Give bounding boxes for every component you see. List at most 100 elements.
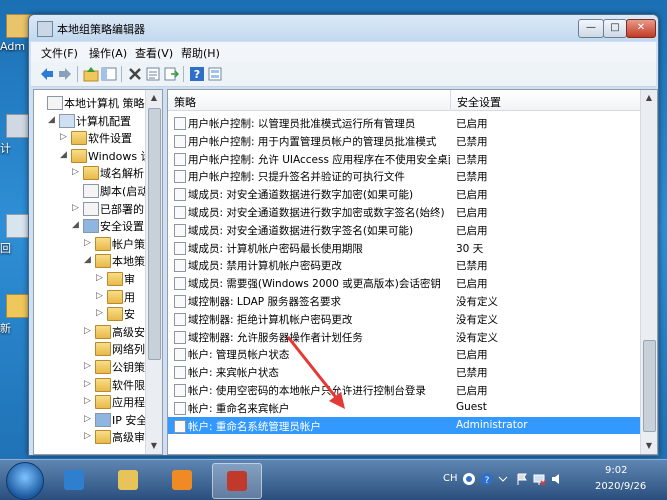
policy-list-pane[interactable]: 策略 安全设置 用户帐户控制: 以管理员批准模式运行所有管理员 已启用 用户帐户控制…	[167, 89, 658, 455]
taskbar-button[interactable]	[158, 463, 206, 497]
tray-clock-time[interactable]: 9:02	[605, 465, 627, 476]
policy-name: 帐户: 来宾帐户状态	[188, 367, 279, 380]
collapse-arrow-icon[interactable]: ◢	[72, 220, 82, 230]
expand-arrow-icon[interactable]: ▷	[84, 379, 94, 389]
security-setting-value: 没有定义	[456, 296, 498, 308]
expand-arrow-icon[interactable]: ▷	[84, 238, 94, 248]
tray-clock-date[interactable]: 2020/9/26	[595, 481, 646, 492]
table-row[interactable]: 帐户: 管理员帐户状态 已启用	[168, 345, 640, 362]
taskbar-button[interactable]	[104, 463, 152, 497]
table-row[interactable]: 用户帐户控制: 只提升签名并验证的可执行文件 已禁用	[168, 167, 640, 184]
table-row[interactable]: 用户帐户控制: 允许 UIAccess 应用程序在不使用安全桌面... 已禁用	[168, 150, 640, 167]
collapse-arrow-icon[interactable]: ◢	[60, 150, 70, 160]
expand-arrow-icon[interactable]: ▷	[60, 132, 70, 142]
table-row[interactable]: 帐户: 使用空密码的本地帐户只允许进行控制台登录 已启用	[168, 381, 640, 398]
ime-icon[interactable]	[462, 472, 476, 486]
collapse-arrow-icon[interactable]: ◢	[84, 255, 94, 265]
table-row[interactable]: 域成员: 禁用计算机帐户密码更改 已禁用	[168, 256, 640, 273]
table-row[interactable]: 域控制器: LDAP 服务器签名要求 没有定义	[168, 292, 640, 309]
svg-text:?: ?	[194, 68, 200, 81]
tree-node-label: 安	[124, 308, 135, 322]
scroll-down-arrow-icon[interactable]: ▼	[146, 438, 162, 454]
back-icon[interactable]	[39, 66, 55, 82]
expand-arrow-icon[interactable]: ▷	[72, 167, 82, 177]
table-row[interactable]: 域成员: 需要强(Windows 2000 或更高版本)会话密钥 已启用	[168, 274, 640, 291]
security-setting-value: 已禁用	[456, 153, 488, 166]
expand-arrow-icon[interactable]: ▷	[84, 414, 94, 424]
list-scrollbar[interactable]: ▲ ▼	[640, 90, 657, 454]
menu-action[interactable]: 操作(A)	[89, 45, 127, 61]
help-tray-icon[interactable]: ?	[480, 472, 494, 486]
tree-node-label: 高级审	[112, 431, 145, 445]
tree-node-label: 审	[124, 273, 135, 286]
expand-arrow-icon[interactable]: ▷	[84, 396, 94, 406]
language-indicator[interactable]: CH	[443, 473, 458, 484]
scroll-up-arrow-icon[interactable]: ▲	[641, 90, 657, 106]
table-row-selected[interactable]: 帐户: 重命名系统管理员帐户 Administrator	[168, 416, 640, 434]
expand-arrow-icon[interactable]: ▷	[84, 361, 94, 371]
help-icon[interactable]: ?	[189, 66, 205, 82]
computer-icon	[59, 113, 75, 128]
close-button[interactable]: ✕	[626, 19, 656, 38]
taskbar-button[interactable]	[50, 463, 98, 497]
shield-icon	[95, 412, 111, 427]
maximize-button[interactable]: □	[603, 19, 627, 38]
policy-setting-icon	[174, 419, 186, 433]
table-row[interactable]: 域控制器: 拒绝计算机帐户密码更改 没有定义	[168, 310, 640, 327]
properties-icon[interactable]	[145, 66, 161, 82]
policy-setting-icon	[174, 277, 186, 291]
table-row[interactable]: 帐户: 重命名来宾帐户 Guest	[168, 399, 640, 416]
table-row[interactable]: 域成员: 对安全通道数据进行数字签名(如果可能) 已启用	[168, 221, 640, 238]
table-row[interactable]: 帐户: 来宾帐户状态 已禁用	[168, 363, 640, 380]
folder-icon	[95, 360, 111, 374]
taskbar-button[interactable]	[212, 463, 262, 499]
up-icon[interactable]	[83, 66, 99, 82]
security-setting-value: 已启用	[456, 224, 488, 237]
show-hide-tree-icon[interactable]	[101, 66, 117, 82]
title-bar[interactable]: 本地组策略编辑器 — □ ✕	[29, 15, 658, 41]
column-header-security-setting[interactable]: 安全设置	[451, 90, 641, 111]
table-row[interactable]: 域成员: 对安全通道数据进行数字加密或数字签名(始终) 已启用	[168, 203, 640, 220]
scroll-up-arrow-icon[interactable]: ▲	[146, 90, 162, 106]
tree-scrollbar[interactable]: ▲ ▼	[145, 90, 162, 454]
column-header-policy-label: 策略	[174, 96, 196, 109]
explorer-icon	[118, 470, 138, 490]
policy-setting-icon	[174, 241, 186, 255]
console-tree-pane[interactable]: 本地计算机 策略 ◢ 计算机配置 ▷ 软件设置 ◢ Windows 设 ▷ 域名解析 脚本(启动 ▷…	[33, 89, 163, 455]
minimize-button[interactable]: —	[578, 19, 604, 38]
expand-arrow-icon[interactable]: ▷	[96, 291, 106, 301]
menu-help[interactable]: 帮助(H)	[181, 45, 220, 61]
tree-node-label: 高级安	[112, 325, 145, 339]
tree-node-label: 安全设置	[100, 220, 144, 234]
tree-node-label: 公钥策	[112, 361, 145, 374]
collapse-arrow-icon[interactable]: ◢	[48, 115, 58, 125]
policy-setting-icon	[174, 348, 186, 362]
table-row[interactable]: 域控制器: 允许服务器操作者计划任务 没有定义	[168, 328, 640, 345]
view-icon[interactable]	[207, 66, 223, 82]
table-row[interactable]: 域成员: 对安全通道数据进行数字加密(如果可能) 已启用	[168, 185, 640, 202]
action-center-flag-icon[interactable]	[515, 472, 529, 486]
menu-view[interactable]: 查看(V)	[135, 45, 173, 61]
expand-arrow-icon[interactable]: ▷	[84, 326, 94, 336]
column-header-policy[interactable]: 策略	[168, 90, 450, 111]
expand-arrow-icon[interactable]: ▷	[96, 273, 106, 283]
export-icon[interactable]	[163, 66, 179, 82]
menu-file[interactable]: 文件(F)	[41, 45, 78, 61]
tree-node-label: 脚本(启动	[100, 185, 149, 198]
table-row[interactable]: 域成员: 计算机帐户密码最长使用期限 30 天	[168, 239, 640, 256]
policy-setting-icon	[174, 188, 186, 202]
scroll-down-arrow-icon[interactable]: ▼	[641, 438, 657, 454]
forward-icon[interactable]	[57, 66, 73, 82]
expand-arrow-icon[interactable]: ▷	[96, 308, 106, 318]
network-icon[interactable]	[532, 472, 546, 486]
tree-scroll-thumb[interactable]	[148, 108, 161, 360]
table-row[interactable]: 用户帐户控制: 以管理员批准模式运行所有管理员 已启用	[168, 114, 640, 131]
volume-icon[interactable]	[550, 472, 564, 486]
table-row[interactable]: 用户帐户控制: 用于内置管理员帐户的管理员批准模式 已禁用	[168, 132, 640, 149]
expand-arrow-icon[interactable]: ▷	[84, 431, 94, 441]
expand-arrow-icon[interactable]: ▷	[72, 203, 82, 213]
list-scroll-thumb[interactable]	[643, 340, 656, 432]
start-button[interactable]	[6, 462, 44, 500]
delete-icon[interactable]	[127, 66, 143, 82]
tray-dropdown-icon[interactable]	[498, 474, 508, 484]
